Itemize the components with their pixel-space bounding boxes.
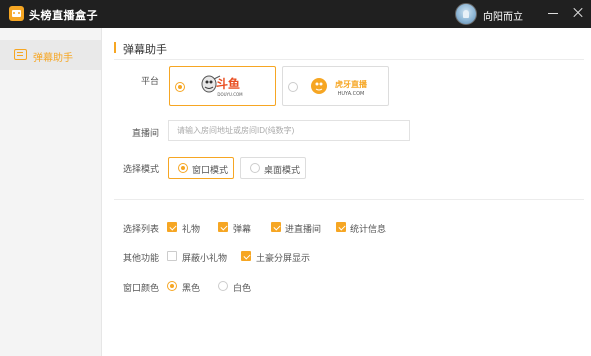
checkbox-gift-label: 礼物	[182, 224, 201, 234]
checkbox-enter-room-label: 进直播间	[285, 224, 322, 234]
title-bar: 头榜直播盒子 向阳而立	[0, 0, 591, 28]
section-title: 弹幕助手	[123, 44, 167, 56]
mode-label: 选择模式	[122, 164, 159, 174]
other-label: 其他功能	[122, 253, 159, 263]
checkbox-danmu-label: 弹幕	[233, 224, 252, 234]
platform-label: 平台	[140, 76, 159, 86]
color-black-radio[interactable]	[167, 281, 177, 291]
close-button[interactable]	[570, 4, 586, 22]
sidebar-item-danmu-helper[interactable]: 弹幕助手	[0, 40, 101, 70]
platform-radio-douyu[interactable]	[175, 82, 185, 92]
room-label: 直播间	[131, 128, 159, 138]
color-white-label: 白色	[233, 283, 252, 293]
minimize-button[interactable]	[545, 4, 561, 22]
checkbox-gift[interactable]	[167, 222, 177, 232]
checkbox-enter-room[interactable]	[271, 222, 281, 232]
chat-bubble-icon	[14, 49, 27, 60]
douyu-logo-text: 斗鱼	[216, 76, 240, 91]
mode-desktop-button[interactable]: 桌面模式	[240, 157, 306, 179]
mode-desktop-label: 桌面模式	[264, 165, 301, 175]
checkbox-danmu[interactable]	[218, 222, 228, 232]
color-white-radio[interactable]	[218, 281, 228, 291]
checkbox-block-small-gift-label: 屏蔽小礼物	[182, 253, 228, 263]
checkbox-block-small-gift[interactable]	[167, 251, 177, 261]
douyu-logo-sub: DOUYU.COM	[217, 92, 243, 97]
divider	[114, 59, 584, 60]
app-title: 头榜直播盒子	[29, 10, 98, 22]
platform-option-huya[interactable]: 虎牙直播 HUYA.COM	[282, 66, 389, 106]
room-input[interactable]	[168, 120, 410, 141]
sidebar: 弹幕助手	[0, 28, 102, 356]
list-label: 选择列表	[122, 224, 159, 234]
color-label: 窗口颜色	[122, 283, 159, 293]
divider	[114, 199, 584, 200]
platform-radio-huya[interactable]	[288, 82, 298, 92]
mode-window-button[interactable]: 窗口模式	[168, 157, 234, 179]
mode-desktop-radio[interactable]	[250, 163, 260, 173]
user-avatar[interactable]	[455, 3, 477, 25]
platform-option-douyu[interactable]: 斗鱼 DOUYU.COM	[169, 66, 276, 106]
douyu-logo-icon: 斗鱼 DOUYU.COM	[201, 75, 243, 97]
checkbox-stats[interactable]	[336, 222, 346, 232]
mode-window-label: 窗口模式	[192, 165, 229, 175]
huya-logo-icon: 虎牙直播 HUYA.COM	[311, 78, 368, 97]
username[interactable]: 向阳而立	[483, 8, 523, 23]
huya-logo-text: 虎牙直播	[335, 79, 368, 89]
huya-logo-sub: HUYA.COM	[338, 91, 365, 97]
checkbox-rich-split-screen[interactable]	[241, 251, 251, 261]
checkbox-rich-split-screen-label: 土豪分屏显示	[256, 253, 311, 263]
section-accent-bar	[114, 42, 116, 53]
mode-window-radio[interactable]	[178, 163, 188, 173]
sidebar-item-label: 弹幕助手	[33, 53, 73, 64]
checkbox-stats-label: 统计信息	[350, 224, 387, 234]
color-black-label: 黑色	[182, 283, 201, 293]
app-logo-icon	[9, 6, 24, 21]
